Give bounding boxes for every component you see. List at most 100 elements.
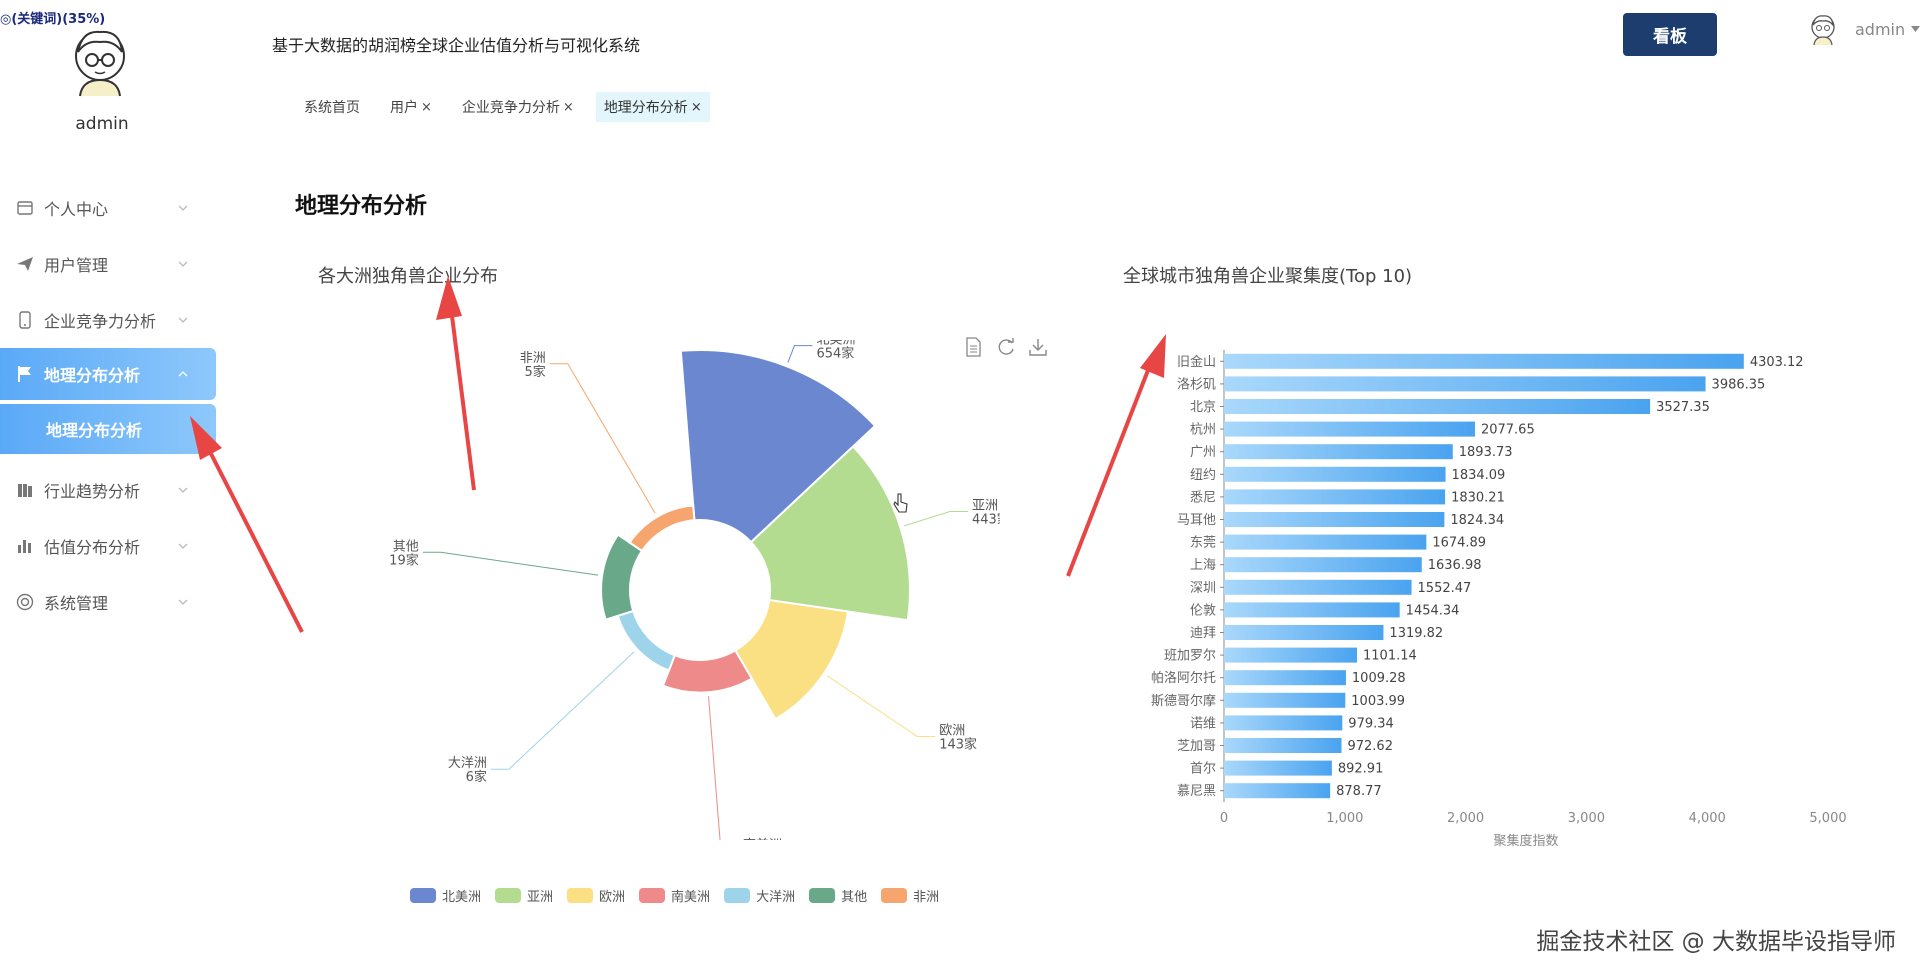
- bar-value-label: 1009.28: [1352, 671, 1406, 686]
- y-tick-label: 芝加哥: [1177, 738, 1216, 754]
- y-tick-label: 杭州: [1190, 423, 1216, 438]
- sidebar-item-label: 个人中心: [44, 200, 109, 219]
- legend-item[interactable]: 南美洲: [639, 886, 710, 905]
- legend-item[interactable]: 北美洲: [410, 886, 481, 905]
- tab-geo-distribution[interactable]: 地理分布分析 ×: [595, 92, 710, 122]
- legend-item[interactable]: 欧洲: [567, 886, 625, 905]
- x-tick-label: 0: [1220, 811, 1228, 826]
- y-tick-label: 马耳他: [1177, 513, 1216, 528]
- sidebar-item-system-management[interactable]: 系统管理: [0, 574, 216, 630]
- bar-10[interactable]: [1224, 579, 1412, 595]
- bar-17[interactable]: [1224, 738, 1342, 753]
- sidebar-item-industry-trend[interactable]: 行业趋势分析: [0, 462, 216, 518]
- user-avatar-icon[interactable]: [1806, 12, 1840, 46]
- chevron-down-icon: [178, 599, 188, 605]
- bar-8[interactable]: [1224, 534, 1427, 550]
- pie-label-name: 大洋洲: [448, 756, 487, 771]
- sidebar-item-competitiveness[interactable]: 企业竞争力分析: [0, 292, 216, 348]
- bar-7[interactable]: [1224, 512, 1445, 527]
- bar-15[interactable]: [1224, 692, 1346, 708]
- bar-13[interactable]: [1224, 647, 1358, 663]
- bar-0[interactable]: [1224, 353, 1744, 369]
- bar-12[interactable]: [1224, 625, 1384, 640]
- bar-value-label: 1674.89: [1432, 536, 1486, 551]
- watermark: 掘金技术社区 @ 大数据毕设指导师: [1536, 929, 1896, 955]
- bar-value-label: 1834.09: [1452, 468, 1506, 483]
- tab-home[interactable]: 系统首页: [296, 92, 368, 122]
- bar-18[interactable]: [1224, 760, 1332, 776]
- legend-label: 其他: [841, 890, 868, 905]
- bar-value-label: 2077.65: [1481, 423, 1535, 438]
- header-username[interactable]: admin: [1855, 20, 1905, 39]
- bar-4[interactable]: [1224, 444, 1453, 460]
- bar-16[interactable]: [1224, 715, 1343, 731]
- legend-label: 欧洲: [599, 890, 626, 905]
- sidebar-item-personal-center[interactable]: 个人中心: [0, 180, 216, 236]
- bar-19[interactable]: [1224, 783, 1331, 799]
- tab-user[interactable]: 用户 ×: [382, 92, 440, 122]
- sidebar-item-user-management[interactable]: 用户管理: [0, 236, 216, 292]
- pie-slice-6[interactable]: [628, 504, 696, 553]
- legend-item[interactable]: 非洲: [881, 886, 939, 905]
- close-icon[interactable]: ×: [691, 100, 702, 115]
- pie-leader-line: [422, 551, 599, 576]
- legend-swatch: [639, 888, 666, 903]
- bar-value-label: 1893.73: [1459, 445, 1513, 460]
- download-icon[interactable]: [1028, 337, 1048, 357]
- y-tick-label: 斯德哥尔摩: [1151, 693, 1216, 709]
- bar-value-label: 1824.34: [1450, 513, 1504, 528]
- pie-slice-4[interactable]: [616, 609, 677, 672]
- bar-3[interactable]: [1224, 421, 1475, 437]
- bar-1[interactable]: [1224, 376, 1706, 392]
- x-tick-label: 5,000: [1809, 811, 1846, 826]
- sidebar-item-valuation-distribution[interactable]: 估值分布分析: [0, 518, 216, 574]
- pie-slice-2[interactable]: [733, 598, 850, 721]
- book-icon: [16, 481, 34, 499]
- legend-item[interactable]: 大洋洲: [724, 886, 795, 905]
- pie-leader-line: [787, 345, 813, 363]
- y-tick-label: 旧金山: [1177, 354, 1216, 370]
- legend-item[interactable]: 其他: [809, 886, 867, 905]
- tab-competitiveness[interactable]: 企业竞争力分析 ×: [454, 92, 582, 122]
- close-icon[interactable]: ×: [563, 100, 574, 115]
- legend-swatch: [495, 888, 522, 903]
- bar-14[interactable]: [1224, 670, 1346, 686]
- legend-swatch: [410, 888, 436, 903]
- bar-chart-title: 全球城市独角兽企业聚集度(Top 10): [1123, 266, 1413, 287]
- y-tick-label: 北京: [1190, 400, 1216, 415]
- sidebar-username: admin: [75, 114, 129, 134]
- chevron-down-icon: [178, 317, 188, 323]
- y-tick-label: 悉尼: [1190, 490, 1216, 505]
- flag-icon: [16, 365, 34, 383]
- bar-value-label: 1552.47: [1418, 581, 1472, 596]
- pie-label-value: 143家: [939, 736, 977, 752]
- caret-down-icon[interactable]: [1911, 25, 1920, 33]
- app-root: ◎(关键词)(35%) admin 个人中心 用户管理 企业竞争力分析 地理分布…: [0, 0, 1920, 960]
- bar-value-label: 878.77: [1336, 784, 1382, 799]
- legend-item[interactable]: 亚洲: [495, 886, 553, 905]
- pie-chart-title: 各大洲独角兽企业分布: [318, 266, 498, 287]
- y-tick-label: 广州: [1190, 445, 1216, 460]
- pie-label-name: 亚洲: [972, 498, 998, 513]
- phone-icon: [16, 311, 34, 329]
- bar-2[interactable]: [1224, 399, 1651, 414]
- bar-11[interactable]: [1224, 602, 1400, 618]
- legend-label: 非洲: [913, 890, 940, 905]
- close-icon[interactable]: ×: [421, 100, 432, 115]
- bar-5[interactable]: [1224, 466, 1446, 482]
- bar-value-label: 1003.99: [1351, 694, 1405, 709]
- sidebar-menu: 个人中心 用户管理 企业竞争力分析 地理分布分析 地理分布分析 行业趋势分析 估…: [0, 180, 216, 630]
- y-tick-label: 上海: [1190, 558, 1216, 573]
- bar-value-label: 1636.98: [1428, 558, 1482, 573]
- bar-value-label: 972.62: [1347, 739, 1393, 754]
- sidebar-item-geo-distribution[interactable]: 地理分布分析: [0, 348, 216, 400]
- pie-label-name: 非洲: [520, 351, 546, 366]
- tab-bar: 系统首页 用户 × 企业竞争力分析 × 地理分布分析 ×: [296, 92, 710, 122]
- bar-6[interactable]: [1224, 489, 1446, 505]
- pie-label-name: 南美洲: [743, 837, 782, 840]
- submenu-item-geo-distribution[interactable]: 地理分布分析: [0, 404, 216, 454]
- bar-9[interactable]: [1224, 557, 1422, 573]
- board-button[interactable]: 看板: [1623, 13, 1717, 56]
- bar-value-label: 892.91: [1338, 762, 1384, 777]
- pie-slice-3[interactable]: [661, 649, 754, 694]
